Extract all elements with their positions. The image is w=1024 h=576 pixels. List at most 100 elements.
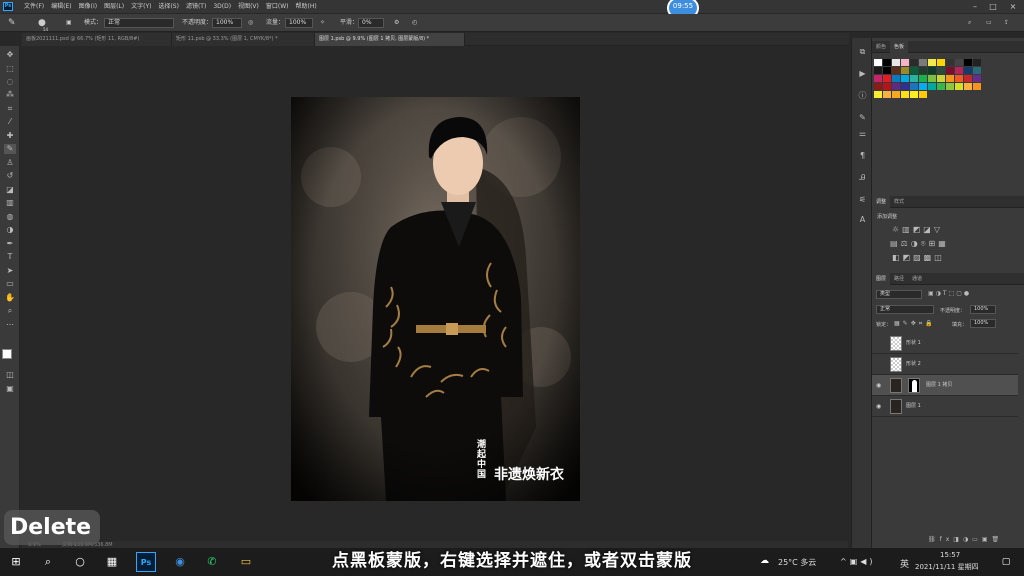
menu-item-7[interactable]: 3D(D) [213, 0, 231, 13]
tab-channels[interactable]: 通道 [908, 273, 926, 285]
lasso-tool-icon[interactable]: ◌ [4, 77, 16, 87]
tab-document-2[interactable]: 矩形 11.psb @ 33.3% (图层 1, CMYK/8*) * [172, 33, 315, 46]
color-swatch[interactable] [910, 75, 918, 82]
menu-item-2[interactable]: 图像(I) [79, 0, 97, 13]
menu-item-3[interactable]: 图层(L) [104, 0, 124, 13]
color-swatch[interactable] [946, 83, 954, 90]
gradient-icon[interactable]: ▥ [4, 198, 16, 208]
color-swatch[interactable] [892, 83, 900, 90]
color-swatch[interactable] [883, 59, 891, 66]
adjustment-icons-row-1[interactable]: ☼▥◩◪▽ [892, 225, 943, 234]
layer-row[interactable]: 形状 2 [872, 354, 1018, 375]
actions-play-icon[interactable]: ▶ [857, 68, 868, 79]
color-swatch[interactable] [946, 67, 954, 74]
color-swatch[interactable] [883, 67, 891, 74]
crop-tool-icon[interactable]: ⌗ [4, 104, 16, 114]
lock-icons[interactable]: ▦✎✥⌗🔒 [894, 320, 936, 328]
more-tools-icon[interactable]: ⋯ [4, 320, 16, 330]
glyphs-icon[interactable]: A [857, 214, 868, 225]
color-swatch[interactable] [874, 67, 882, 74]
color-swatch[interactable] [919, 59, 927, 66]
tab-document-1[interactable]: 画板2021111.psd @ 66.7% (矩形 11, RGB/8#) [22, 33, 172, 46]
color-swatch[interactable] [973, 75, 981, 82]
brush-tool-icon[interactable]: ✎ [8, 18, 16, 28]
color-swatch[interactable] [964, 67, 972, 74]
color-swatch[interactable] [910, 83, 918, 90]
history-panel-icon[interactable]: ⧉ [857, 46, 868, 57]
layer-footer-icons[interactable]: ⛓fx◨◑▭▣🗑 [928, 536, 1003, 543]
tab-swatches[interactable]: 色板 [890, 41, 909, 53]
layer-row[interactable]: ◉ 图层 1 [872, 396, 1018, 417]
zoom-tool-icon[interactable]: ⌕ [4, 306, 16, 316]
properties-icon[interactable]: ⚟ [857, 194, 868, 205]
color-swatch[interactable] [973, 67, 981, 74]
smoothing-input[interactable]: 0% [358, 18, 384, 28]
character-icon[interactable]: Ꭿ [857, 172, 868, 183]
tab-color[interactable]: 颜色 [872, 41, 890, 53]
color-swatch[interactable] [901, 75, 909, 82]
visibility-eye-icon[interactable]: ◉ [876, 375, 881, 396]
color-swatch[interactable] [901, 67, 909, 74]
layer-filter-icons[interactable]: ▣◑T⬚▢● [928, 290, 971, 297]
color-swatch[interactable] [901, 91, 909, 98]
adjustment-icons-row-2[interactable]: ▤⚖◑⌾⊞▦ [890, 239, 949, 249]
screen-mode-icon[interactable]: ▣ [4, 384, 16, 394]
color-swatch[interactable] [874, 91, 882, 98]
tab-adjustments[interactable]: 调整 [872, 196, 891, 208]
foreground-color-swatch[interactable] [2, 349, 12, 359]
mode-select[interactable]: 正常 [104, 18, 174, 28]
layer-mask-thumbnail[interactable] [908, 378, 920, 393]
eraser-icon[interactable]: ◪ [4, 185, 16, 195]
color-swatch[interactable] [874, 75, 882, 82]
color-swatch[interactable] [964, 83, 972, 90]
color-swatch[interactable] [955, 59, 963, 66]
blend-mode-select[interactable]: 正常 [876, 305, 934, 314]
shape-tool-icon[interactable]: ▭ [4, 279, 16, 289]
share-icon[interactable]: ⇪ [1004, 18, 1009, 28]
color-swatch[interactable] [910, 59, 918, 66]
color-swatch[interactable] [937, 67, 945, 74]
color-swatch[interactable] [928, 75, 936, 82]
color-swatch[interactable] [892, 91, 900, 98]
stamp-tool-icon[interactable]: ♙ [4, 158, 16, 168]
close-button[interactable]: × [1006, 0, 1020, 13]
layer-row[interactable]: 形状 1 [872, 333, 1018, 354]
layer-row[interactable]: ◉ 图层 1 拷贝 [872, 375, 1018, 396]
color-swatch[interactable] [928, 83, 936, 90]
brush-settings-icon[interactable]: ✎ [857, 112, 868, 123]
visibility-eye-icon[interactable]: ◉ [876, 396, 881, 417]
document-image[interactable]: 非遗焕新衣 潮起中国 [291, 97, 580, 501]
color-swatch[interactable] [874, 83, 882, 90]
search-icon[interactable]: ⌕ [968, 18, 971, 28]
layer-opacity-input[interactable]: 100% [970, 305, 996, 314]
adjustment-icons-row-3[interactable]: ◧◩▨▩◫ [892, 253, 945, 262]
pressure-opacity-icon[interactable]: ◎ [248, 18, 253, 28]
maximize-button[interactable]: □ [986, 0, 1000, 13]
menu-item-4[interactable]: 文字(Y) [131, 0, 151, 13]
color-swatch[interactable] [883, 75, 891, 82]
color-swatch[interactable] [937, 75, 945, 82]
color-swatch[interactable] [955, 83, 963, 90]
type-tool-icon[interactable]: T [4, 252, 16, 262]
color-swatch[interactable] [928, 67, 936, 74]
workspace-icon[interactable]: ▭ [986, 18, 992, 28]
info-icon[interactable]: ⓘ [857, 90, 868, 101]
healing-brush-icon[interactable]: ✚ [4, 131, 16, 141]
color-swatch[interactable] [946, 59, 954, 66]
color-swatch[interactable] [928, 59, 936, 66]
menu-item-9[interactable]: 窗口(W) [266, 0, 289, 13]
color-swatch[interactable] [910, 67, 918, 74]
tab-document-3[interactable]: 图层 1.psb @ 9.9% (图层 1 拷贝, 图层蒙版/8) * [315, 33, 465, 46]
swatch-grid[interactable] [874, 59, 1022, 111]
opacity-input[interactable]: 100% [212, 18, 242, 28]
color-swatch[interactable] [874, 59, 882, 66]
color-swatch[interactable] [964, 75, 972, 82]
move-tool-icon[interactable]: ✥ [4, 50, 16, 60]
color-swatch[interactable] [901, 83, 909, 90]
color-swatch[interactable] [919, 91, 927, 98]
menu-item-0[interactable]: 文件(F) [24, 0, 44, 13]
color-swatch[interactable] [973, 83, 981, 90]
pen-tool-icon[interactable]: ✒ [4, 239, 16, 249]
dodge-tool-icon[interactable]: ◑ [4, 225, 16, 235]
brush-panel-icon[interactable]: ▣ [66, 18, 72, 28]
